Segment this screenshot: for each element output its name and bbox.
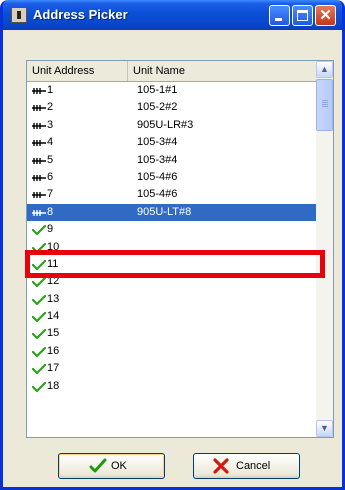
unit-name-cell: 105-4#6 (137, 188, 178, 201)
app-icon (11, 7, 27, 23)
list-item[interactable]: 3 905U-LR#3 (27, 117, 316, 134)
scroll-thumb[interactable] (316, 79, 333, 131)
unit-address-cell: 18 (47, 379, 60, 392)
list-item[interactable]: 17 (27, 360, 316, 377)
unit-address-cell: 10 (47, 240, 60, 253)
connector-icon (32, 174, 46, 181)
scroll-up-button[interactable]: ▲ (316, 61, 333, 78)
unit-list[interactable]: Unit Address Unit Name 1 105-1#1 2 105-2#2 3… (26, 60, 334, 438)
unit-address-cell: 9 (47, 223, 54, 236)
checkmark-icon (32, 259, 46, 270)
unit-name-cell: 905U-LR#3 (137, 118, 194, 131)
address-picker-window: Address Picker ✕ Unit Address Unit Name … (0, 0, 345, 490)
connector-icon (32, 88, 46, 94)
minimize-icon (275, 18, 282, 21)
checkmark-icon (32, 242, 46, 253)
unit-address-cell: 7 (47, 188, 54, 201)
connector-icon (32, 105, 46, 112)
ok-label: OK (111, 460, 127, 472)
checkmark-icon (32, 225, 46, 236)
vertical-scrollbar[interactable]: ▲ ▼ (316, 61, 333, 437)
unit-address-cell: 16 (47, 344, 60, 357)
list-item[interactable]: 4 105-3#4 (27, 134, 316, 151)
maximize-icon (297, 10, 308, 21)
list-item[interactable]: 10 (27, 239, 316, 256)
checkmark-icon (32, 329, 46, 340)
list-item[interactable]: 14 (27, 308, 316, 325)
grip-icon (322, 100, 328, 101)
list-item[interactable]: 6 105-4#6 (27, 169, 316, 186)
unit-address-cell: 4 (47, 136, 54, 149)
checkmark-icon (32, 381, 46, 392)
scroll-down-button[interactable]: ▼ (316, 420, 333, 437)
checkmark-icon (32, 346, 46, 357)
checkmark-icon (32, 364, 46, 375)
checkmark-icon (32, 312, 46, 323)
unit-address-cell: 11 (47, 257, 59, 270)
list-item[interactable]: 7 105-4#6 (27, 186, 316, 203)
list-item[interactable]: 13 (27, 291, 316, 308)
connector-icon (32, 192, 46, 199)
unit-address-cell: 3 (47, 118, 54, 131)
unit-address-cell: 14 (47, 310, 60, 323)
unit-address-cell: 17 (47, 362, 60, 375)
unit-address-cell: 2 (47, 101, 54, 114)
unit-address-cell: 5 (47, 153, 54, 166)
unit-name-cell: 105-3#4 (137, 153, 178, 166)
unit-name-cell: 105-2#2 (137, 101, 178, 114)
cancel-label: Cancel (236, 460, 271, 472)
column-header-unit-address[interactable]: Unit Address (27, 61, 128, 81)
checkmark-icon (32, 277, 46, 288)
list-item[interactable]: 16 (27, 343, 316, 360)
unit-address-cell: 6 (47, 170, 54, 183)
checkmark-icon (32, 294, 46, 305)
list-item[interactable]: 8 905U-LT#8 (27, 203, 316, 222)
ok-button[interactable]: OK (58, 453, 165, 479)
unit-address-cell: 12 (47, 275, 60, 288)
unit-name-cell: 105-3#4 (137, 136, 178, 149)
list-item[interactable]: 12 (27, 273, 316, 290)
window-title: Address Picker (33, 7, 128, 22)
connector-icon (32, 157, 46, 164)
connector-icon (32, 140, 46, 147)
minimize-button[interactable] (269, 5, 290, 26)
x-icon (213, 458, 229, 474)
checkmark-icon (89, 458, 107, 473)
list-header: Unit Address Unit Name (27, 61, 316, 82)
column-header-unit-name[interactable]: Unit Name (128, 61, 316, 81)
list-item[interactable]: 11 (27, 256, 316, 273)
unit-address-cell: 13 (47, 292, 60, 305)
unit-address-cell: 15 (47, 327, 60, 340)
list-item[interactable]: 1 105-1#1 (27, 82, 316, 99)
connector-icon (32, 209, 46, 216)
list-item[interactable]: 9 (27, 221, 316, 238)
close-icon: ✕ (319, 7, 332, 24)
unit-name-cell: 905U-LT#8 (137, 205, 192, 218)
maximize-button[interactable] (292, 5, 313, 26)
unit-address-cell: 1 (47, 84, 54, 96)
list-item[interactable]: 18 (27, 378, 316, 395)
list-item[interactable]: 5 105-3#4 (27, 152, 316, 169)
list-item[interactable]: 2 105-2#2 (27, 99, 316, 116)
list-rows: 1 105-1#1 2 105-2#2 3 905U-LR#3 4 105-3#4 5 105-3… (27, 82, 316, 437)
list-item[interactable]: 15 (27, 325, 316, 342)
unit-name-cell: 105-1#1 (137, 84, 178, 96)
unit-name-cell: 105-4#6 (137, 170, 178, 183)
title-bar[interactable]: Address Picker ✕ (3, 0, 342, 30)
unit-address-cell: 8 (47, 205, 54, 218)
connector-icon (32, 122, 46, 129)
close-button[interactable]: ✕ (315, 5, 336, 26)
cancel-button[interactable]: Cancel (193, 453, 300, 479)
